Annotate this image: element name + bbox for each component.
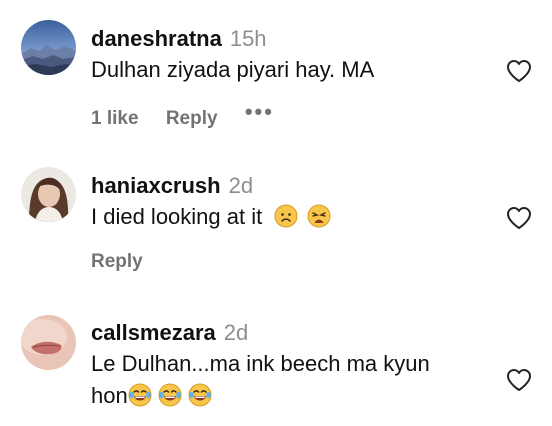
comment-time: 2d bbox=[223, 320, 249, 345]
tears-of-joy-emoji-icon bbox=[188, 383, 212, 407]
comment-text-line: hon bbox=[91, 379, 491, 413]
tears-of-joy-emoji-icon bbox=[128, 383, 152, 407]
username[interactable]: haniaxcrush bbox=[91, 173, 221, 198]
avatar[interactable] bbox=[21, 315, 76, 370]
reply-button[interactable]: Reply bbox=[91, 251, 143, 273]
comment-text: hon bbox=[91, 383, 128, 408]
comment-text: I died looking at it bbox=[91, 204, 263, 229]
avatar[interactable] bbox=[21, 20, 76, 75]
username[interactable]: daneshratna bbox=[91, 26, 222, 51]
lips-closeup-avatar-icon bbox=[21, 315, 76, 370]
heart-icon[interactable] bbox=[506, 206, 532, 230]
heart-icon[interactable] bbox=[506, 59, 532, 83]
tears-of-joy-emoji-icon bbox=[158, 383, 182, 407]
avatar[interactable] bbox=[21, 167, 76, 222]
mountain-landscape-avatar-icon bbox=[21, 20, 76, 75]
username[interactable]: callsmezara bbox=[91, 320, 216, 345]
comment-text-line: Le Dulhan...ma ink beech ma kyun bbox=[91, 347, 491, 381]
weary-face-emoji-icon bbox=[307, 204, 331, 228]
woman-portrait-avatar-icon bbox=[21, 167, 76, 222]
heart-icon[interactable] bbox=[506, 368, 532, 392]
reply-button[interactable]: Reply bbox=[166, 108, 218, 130]
comment-text: Dulhan ziyada piyari hay. MA bbox=[91, 57, 375, 82]
worried-face-emoji-icon bbox=[274, 204, 298, 228]
comment-text: Le Dulhan...ma ink beech ma kyun bbox=[91, 351, 430, 376]
comment-text-line: I died looking at it bbox=[91, 200, 491, 234]
more-options-icon[interactable]: ••• bbox=[245, 99, 274, 125]
like-count[interactable]: 1 like bbox=[91, 108, 139, 130]
comment-time: 15h bbox=[229, 26, 267, 51]
comment-time: 2d bbox=[228, 173, 254, 198]
